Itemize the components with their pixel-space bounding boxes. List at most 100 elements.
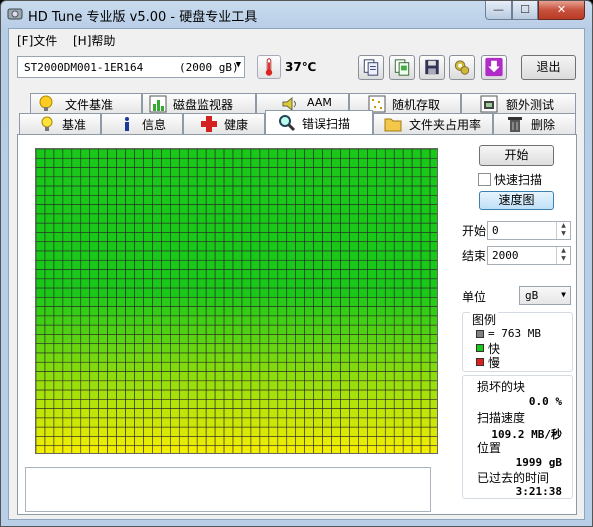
scan-block	[250, 149, 261, 159]
quick-scan-checkbox[interactable]	[478, 173, 491, 186]
unit-select[interactable]: gB ▼	[519, 286, 571, 305]
scan-block	[313, 399, 323, 409]
scan-block	[98, 361, 108, 372]
scan-block	[268, 408, 279, 419]
scan-block	[107, 241, 117, 252]
scan-block	[277, 167, 288, 178]
scan-block	[358, 195, 368, 205]
exit-button[interactable]: 退出	[521, 55, 576, 80]
scan-block	[36, 222, 46, 233]
tab-file-benchmark[interactable]: 文件基准	[30, 93, 142, 114]
spinner-arrows-icon[interactable]: ▲ ▼	[556, 247, 570, 264]
scan-block	[71, 297, 82, 307]
copy-text-button[interactable]	[358, 55, 384, 80]
scan-block	[429, 278, 437, 289]
scan-block	[304, 352, 314, 363]
spinner-arrows-icon[interactable]: ▲ ▼	[556, 222, 570, 239]
start-position-spinner[interactable]: 0 ▲ ▼	[487, 221, 571, 240]
scan-block	[376, 436, 386, 447]
minimize-button[interactable]: —	[485, 1, 512, 20]
scan-block	[170, 204, 180, 215]
scan-block	[125, 213, 135, 224]
scan-block	[259, 436, 270, 447]
scan-block	[322, 213, 332, 224]
tab-health[interactable]: 健康	[183, 113, 265, 134]
tab-extra-tests[interactable]: 额外测试	[461, 93, 576, 114]
tab-info[interactable]: 信息	[101, 113, 183, 134]
scan-block	[134, 157, 144, 168]
scan-block	[71, 185, 82, 196]
tab-error-scan[interactable]: 错误扫描	[265, 110, 373, 134]
scan-block	[205, 297, 216, 307]
end-field-label: 结束	[462, 249, 487, 263]
scan-block	[196, 445, 207, 453]
scan-block	[304, 426, 314, 437]
maximize-button[interactable]: ☐	[512, 1, 538, 20]
scan-block	[402, 306, 413, 317]
tab-disk-monitor[interactable]: 磁盘监视器	[142, 93, 256, 114]
scan-block	[80, 408, 91, 419]
scan-block	[402, 213, 413, 224]
scan-block	[205, 380, 216, 391]
scan-block	[161, 399, 171, 409]
scan-block	[152, 278, 162, 289]
scan-block	[331, 361, 341, 372]
scan-block	[62, 408, 73, 419]
scan-block	[295, 241, 305, 252]
scan-block	[161, 278, 171, 289]
scan-block	[268, 389, 279, 400]
scan-block	[62, 315, 73, 326]
title-bar[interactable]: HD Tune 专业版 v5.00 - 硬盘专业工具 — ☐ ✕	[1, 1, 592, 27]
drive-select[interactable]: ST2000DM001-1ER164 (2000 gB) ▼	[17, 56, 245, 78]
scan-block	[393, 278, 404, 289]
save-button[interactable]	[419, 55, 445, 80]
scan-block	[98, 306, 108, 317]
scan-block	[376, 380, 386, 391]
menu-help[interactable]: [H]帮助	[73, 32, 115, 49]
scan-block	[187, 436, 198, 447]
scan-block	[367, 389, 377, 400]
scan-block	[71, 306, 82, 317]
scan-block	[53, 380, 64, 391]
scan-block	[178, 287, 189, 298]
quick-scan-label[interactable]: 快速扫描	[494, 171, 542, 188]
scan-block	[331, 399, 341, 409]
start-button[interactable]: 开始	[479, 145, 554, 166]
copy-screenshot-button[interactable]	[389, 55, 415, 80]
scan-block	[402, 361, 413, 372]
scan-block	[349, 222, 359, 233]
scan-block	[53, 287, 64, 298]
tab-erase[interactable]: 删除	[493, 113, 576, 134]
options-button[interactable]	[449, 55, 475, 80]
close-button[interactable]: ✕	[538, 1, 585, 20]
scan-block	[161, 269, 171, 280]
scan-block	[53, 195, 64, 205]
scan-block	[152, 315, 162, 326]
menu-file[interactable]: [F]文件	[17, 32, 57, 49]
scan-block	[367, 269, 377, 280]
scan-block	[178, 371, 189, 382]
end-position-spinner[interactable]: 2000 ▲ ▼	[487, 246, 571, 265]
scan-block	[420, 399, 431, 409]
scan-log-area[interactable]	[25, 467, 431, 512]
scan-block	[44, 195, 55, 205]
scan-block	[205, 417, 216, 428]
scan-block	[367, 361, 377, 372]
scan-block	[98, 389, 108, 400]
scan-block	[89, 204, 99, 215]
scan-block	[322, 287, 332, 298]
scan-block	[214, 361, 225, 372]
tab-benchmark[interactable]: 基准	[19, 113, 101, 134]
download-button[interactable]	[481, 55, 507, 80]
scan-block	[259, 324, 270, 335]
scan-block	[62, 352, 73, 363]
scan-block	[331, 380, 341, 391]
scan-block	[44, 306, 55, 317]
scan-block	[116, 269, 126, 280]
speed-map-button[interactable]: 速度图	[479, 191, 554, 210]
scan-block	[170, 232, 180, 243]
scan-block	[36, 417, 46, 428]
scan-block	[331, 324, 341, 335]
scan-block	[286, 334, 297, 345]
tab-folder-usage[interactable]: 文件夹占用率	[373, 113, 493, 134]
